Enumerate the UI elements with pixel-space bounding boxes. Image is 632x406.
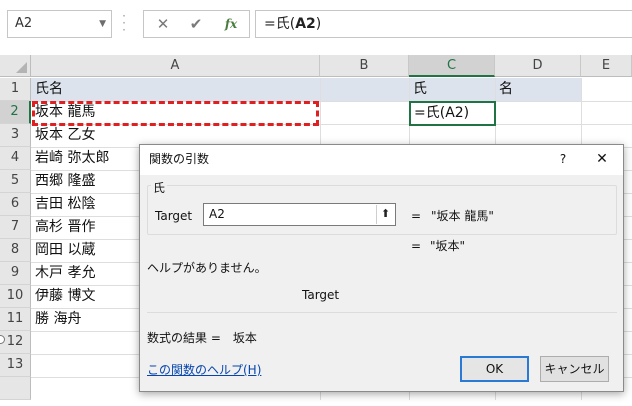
row-header-9[interactable]: 9 — [0, 262, 31, 285]
row-header-2[interactable]: 2 — [0, 101, 31, 124]
target-argument-value: A2 — [209, 207, 225, 221]
cell-a6[interactable]: 吉田 松陰 — [31, 193, 95, 216]
row-header-14[interactable] — [0, 377, 31, 400]
close-icon[interactable]: ✕ — [592, 145, 612, 173]
argument-description: Target — [302, 288, 340, 302]
formula-reference: A2 — [295, 16, 316, 32]
cancel-button[interactable]: キャンセル — [540, 356, 609, 382]
column-header-c[interactable]: C — [409, 55, 495, 77]
collapse-dialog-icon[interactable]: ⬆ — [376, 205, 394, 224]
argument-label: Target — [155, 209, 193, 223]
function-help-link[interactable]: この関数のヘルプ(H) — [147, 362, 261, 378]
cancel-entry-icon[interactable]: ✕ — [150, 11, 176, 37]
function-result-equals: = — [411, 239, 422, 253]
target-argument-input[interactable]: A2 — [203, 203, 396, 226]
formula-input[interactable]: =氏(A2) — [255, 10, 632, 38]
divider — [147, 312, 617, 313]
column-header-a[interactable]: A — [31, 55, 320, 77]
row-header-11[interactable]: 11 — [0, 308, 31, 331]
dialog-title-bar[interactable]: 関数の引数 — [140, 145, 623, 175]
column-header-b[interactable]: B — [320, 55, 409, 77]
formula-prefix: =氏( — [264, 16, 296, 32]
name-box[interactable]: A2 ▼ — [7, 10, 112, 38]
argument-equals: = — [411, 209, 422, 223]
cell-a8[interactable]: 岡田 以蔵 — [31, 239, 95, 262]
cell-a11[interactable]: 勝 海舟 — [31, 308, 81, 331]
row-header-3[interactable]: 3 — [0, 124, 31, 147]
column-header-d[interactable]: D — [495, 55, 581, 77]
formula-buttons: ✕ ✔ fx — [143, 10, 250, 38]
cell-d1[interactable]: 名 — [495, 78, 513, 101]
cell-a10[interactable]: 伊藤 博文 — [31, 285, 95, 308]
reference-marquee — [32, 101, 319, 126]
formula-bar: A2 ▼ · · · ✕ ✔ fx =氏(A2) — [0, 0, 632, 48]
row-header-5[interactable]: 5 — [0, 170, 31, 193]
select-all-corner[interactable] — [0, 55, 31, 77]
row-header-12[interactable]: 12 — [0, 331, 31, 354]
argument-preview: "坂本 龍馬" — [431, 209, 494, 223]
formula-suffix: ) — [315, 16, 322, 32]
row-header-13[interactable]: 13 — [0, 354, 31, 377]
ok-button[interactable]: OK — [460, 356, 529, 382]
row-header-8[interactable]: 8 — [0, 239, 31, 262]
function-result-preview: "坂本" — [430, 239, 466, 253]
dialog-title: 関数の引数 — [149, 152, 210, 166]
formula-result: 数式の結果 = 坂本 — [147, 331, 257, 345]
cell-a7[interactable]: 高杉 晋作 — [31, 216, 95, 239]
name-box-dropdown-icon[interactable]: ▼ — [99, 11, 106, 37]
column-header-e[interactable]: E — [581, 55, 632, 77]
row-header-1[interactable]: 1 — [0, 78, 31, 101]
formula-bar-splitter-icon[interactable]: · · · — [121, 10, 127, 36]
cell-c1[interactable]: 氏 — [409, 78, 427, 101]
cell-a3[interactable]: 坂本 乙女 — [31, 124, 95, 147]
select-all-icon — [16, 62, 27, 73]
active-cell-c2[interactable]: =氏(A2) — [409, 101, 496, 126]
active-cell-formula: =氏(A2) — [414, 105, 470, 121]
insert-function-icon[interactable]: fx — [218, 11, 244, 37]
cell-a4[interactable]: 岩崎 弥太郎 — [31, 147, 109, 170]
name-box-value: A2 — [15, 16, 33, 31]
cell-a9[interactable]: 木戸 孝允 — [31, 262, 95, 285]
help-icon[interactable]: ? — [553, 145, 573, 173]
row-header-10[interactable]: 10 — [0, 285, 31, 308]
function-name: 氏 — [151, 181, 168, 195]
function-arguments-dialog: 関数の引数 ? ✕ 氏 Target A2 ⬆ = "坂本 龍馬" = "坂本"… — [139, 144, 624, 392]
row-header-6[interactable]: 6 — [0, 193, 31, 216]
row-header-4[interactable]: 4 — [0, 147, 31, 170]
enter-entry-icon[interactable]: ✔ — [183, 11, 209, 37]
cell-a5[interactable]: 西郷 隆盛 — [31, 170, 95, 193]
function-description: ヘルプがありません。 — [147, 261, 267, 275]
cell-a1[interactable]: 氏名 — [31, 78, 63, 101]
row-header-7[interactable]: 7 — [0, 216, 31, 239]
